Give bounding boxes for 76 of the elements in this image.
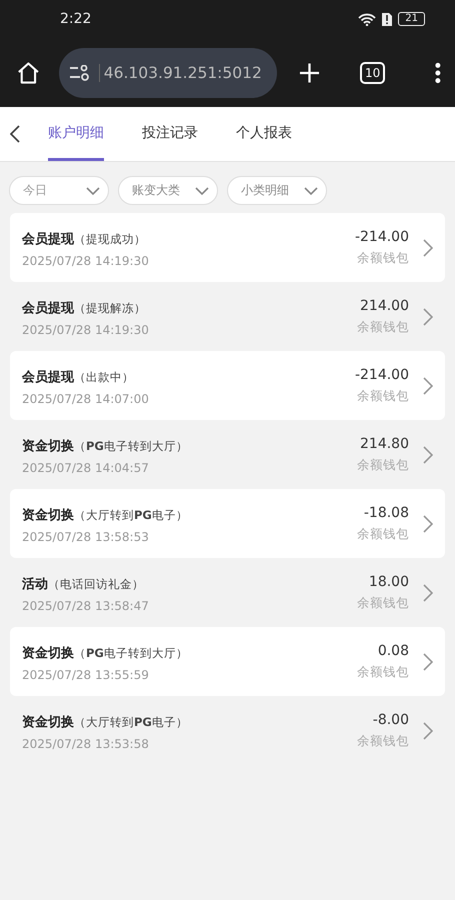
url-text: 46.103.91.251:5012 [98,64,262,82]
chevron-right-icon [423,238,433,256]
wallet-label: 余额钱包 [357,526,409,542]
record-row[interactable]: 资金切换（PG电子转到大厅） 2025/07/28 13:55:59 0.08 余额钱包 [10,627,445,696]
wallet-label: 余额钱包 [357,318,409,336]
record-time: 2025/07/28 14:07:00 [22,392,150,406]
chevron-right-icon [423,446,433,464]
menu-icon[interactable] [435,62,441,84]
record-type: 活动 [22,576,48,592]
record-type: 会员提现 [22,300,74,316]
record-type: 资金切换 [22,438,74,454]
wallet-label: 余额钱包 [357,388,409,404]
wallet-label: 余额钱包 [357,664,409,680]
record-row[interactable]: 资金切换（大厅转到PG电子） 2025/07/28 13:58:53 -18.08 余额钱包 [10,489,445,558]
record-amount: -8.00 [372,712,409,728]
tab[interactable]: 账户明细 [48,107,104,161]
record-type: 会员提现 [22,370,74,384]
address-bar[interactable]: 46.103.91.251:5012 [58,48,278,98]
status-time: 2:22 [60,11,92,27]
wifi-icon [358,12,376,26]
record-time: 2025/07/28 13:55:59 [22,668,150,682]
chevron-down-icon [86,186,100,194]
filter-dropdown[interactable]: 账变大类 [118,176,218,205]
new-tab-icon[interactable] [299,62,320,84]
chevron-down-icon [304,186,318,194]
record-detail: （提现成功） [74,232,146,246]
tab[interactable]: 个人报表 [236,107,292,161]
record-detail: （电话回访礼金） [48,576,144,590]
chevron-right-icon [423,376,433,394]
record-amount: 214.00 [360,298,409,314]
chevron-right-icon [423,722,433,740]
record-row[interactable]: 会员提现（提现成功） 2025/07/28 14:19:30 -214.00 余额钱包 [10,213,445,282]
record-detail: （PG电子转到大厅） [74,646,188,660]
chevron-right-icon [423,584,433,602]
record-amount: -214.00 [354,366,409,382]
wallet-label: 余额钱包 [357,732,409,750]
record-detail: （出款中） [74,370,134,384]
record-row[interactable]: 资金切换（PG电子转到大厅） 2025/07/28 14:04:57 214.80 余额钱包 [10,420,445,489]
chevron-down-icon [195,186,209,194]
battery-level: 21 [398,12,425,26]
record-type: 资金切换 [22,714,74,730]
record-type: 会员提现 [22,232,74,246]
record-amount: 214.80 [360,436,409,452]
record-time: 2025/07/28 14:19:30 [22,322,150,336]
record-type: 资金切换 [22,646,74,660]
record-detail: （大厅转到PG电子） [74,508,188,522]
record-amount: -18.08 [364,504,409,520]
record-type: 资金切换 [22,508,74,522]
record-amount: 0.08 [378,642,409,658]
record-detail: （大厅转到PG电子） [74,714,188,728]
back-icon[interactable] [10,125,20,143]
home-icon[interactable] [16,60,41,84]
filter-dropdown[interactable]: 小类明细 [227,176,327,205]
record-time: 2025/07/28 13:58:53 [22,530,150,544]
record-row[interactable]: 资金切换（大厅转到PG电子） 2025/07/28 13:53:58 -8.00 余额钱包 [10,696,445,765]
tab[interactable]: 投注记录 [142,107,198,161]
record-row[interactable]: 活动（电话回访礼金） 2025/07/28 13:58:47 18.00 余额钱包 [10,558,445,627]
record-detail: （PG电子转到大厅） [74,438,188,452]
sim-alert-icon [382,12,392,26]
wallet-label: 余额钱包 [357,456,409,474]
wallet-label: 余额钱包 [357,594,409,612]
record-time: 2025/07/28 13:53:58 [22,736,150,750]
chevron-right-icon [423,514,433,532]
record-row[interactable]: 会员提现（出款中） 2025/07/28 14:07:00 -214.00 余额钱包 [10,351,445,420]
record-detail: （提现解冻） [74,300,146,314]
record-time: 2025/07/28 14:19:30 [22,254,150,268]
chevron-right-icon [423,308,433,326]
record-amount: -214.00 [354,228,409,244]
site-settings-icon[interactable] [68,64,91,80]
tab-count-button[interactable]: 10 [360,62,386,84]
chevron-right-icon [423,652,433,670]
record-amount: 18.00 [368,574,409,590]
record-time: 2025/07/28 13:58:47 [22,598,150,612]
wallet-label: 余额钱包 [357,250,409,266]
record-row[interactable]: 会员提现（提现解冻） 2025/07/28 14:19:30 214.00 余额钱包 [10,282,445,351]
record-time: 2025/07/28 14:04:57 [22,460,150,474]
